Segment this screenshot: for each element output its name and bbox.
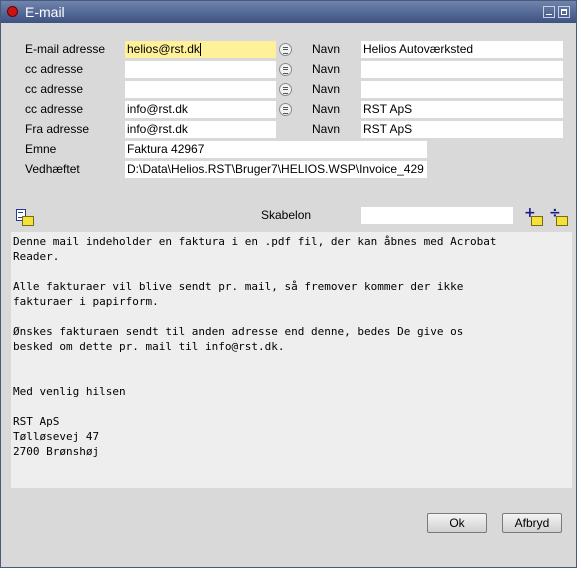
remove-template-icon[interactable]: ÷ xyxy=(549,205,568,226)
subject-field[interactable]: Faktura 42967 xyxy=(125,141,427,158)
open-template-icon[interactable] xyxy=(15,208,34,226)
cc3-name-label: Navn xyxy=(312,102,341,116)
folder-icon xyxy=(531,216,543,226)
cc2-list-menu-icon[interactable] xyxy=(279,83,292,96)
email-list-menu-icon[interactable] xyxy=(279,43,292,56)
cc3-field[interactable]: info@rst.dk xyxy=(125,101,276,118)
cc2-field[interactable] xyxy=(125,81,276,98)
title-bar: E-mail xyxy=(1,1,576,23)
ok-button[interactable]: Ok xyxy=(427,513,487,533)
email-field[interactable]: helios@rst.dk xyxy=(125,41,276,58)
email-dialog: E-mail E-mail adresse helios@rst.dk Navn… xyxy=(0,0,577,568)
email-label: E-mail adresse xyxy=(25,42,106,56)
cc1-name-field[interactable] xyxy=(361,61,563,78)
message-body[interactable]: Denne mail indeholder en faktura i en .p… xyxy=(11,232,572,488)
attachment-label: Vedhæftet xyxy=(25,162,80,176)
email-name-label: Navn xyxy=(312,42,341,56)
from-name-label: Navn xyxy=(312,122,341,136)
cc1-list-menu-icon[interactable] xyxy=(279,63,292,76)
folder-icon xyxy=(22,216,34,226)
text-caret xyxy=(199,43,201,57)
window-title: E-mail xyxy=(25,4,65,20)
maximize-icon[interactable] xyxy=(558,6,570,18)
cc2-label: cc adresse xyxy=(25,82,84,96)
cc3-list-menu-icon[interactable] xyxy=(279,103,292,116)
folder-icon xyxy=(556,216,568,226)
cc2-name-field[interactable] xyxy=(361,81,563,98)
email-value: helios@rst.dk xyxy=(127,42,200,56)
minimize-icon[interactable] xyxy=(543,6,555,18)
cc3-name-field[interactable]: RST ApS xyxy=(361,101,563,118)
subject-label: Emne xyxy=(25,142,57,156)
cc3-label: cc adresse xyxy=(25,102,84,116)
from-field[interactable]: info@rst.dk xyxy=(125,121,276,138)
cc1-name-label: Navn xyxy=(312,62,341,76)
template-field[interactable] xyxy=(361,207,513,224)
template-label: Skabelon xyxy=(261,208,312,222)
cancel-button[interactable]: Afbryd xyxy=(502,513,562,533)
attachment-field[interactable]: D:\Data\Helios.RST\Bruger7\HELIOS.WSP\In… xyxy=(125,161,427,178)
from-label: Fra adresse xyxy=(25,122,90,136)
cc2-name-label: Navn xyxy=(312,82,341,96)
from-name-field[interactable]: RST ApS xyxy=(361,121,563,138)
cc1-field[interactable] xyxy=(125,61,276,78)
cc1-label: cc adresse xyxy=(25,62,84,76)
window-close-dot-icon[interactable] xyxy=(7,6,18,17)
add-template-icon[interactable]: + xyxy=(524,205,543,226)
email-name-field[interactable]: Helios Autoværksted xyxy=(361,41,563,58)
